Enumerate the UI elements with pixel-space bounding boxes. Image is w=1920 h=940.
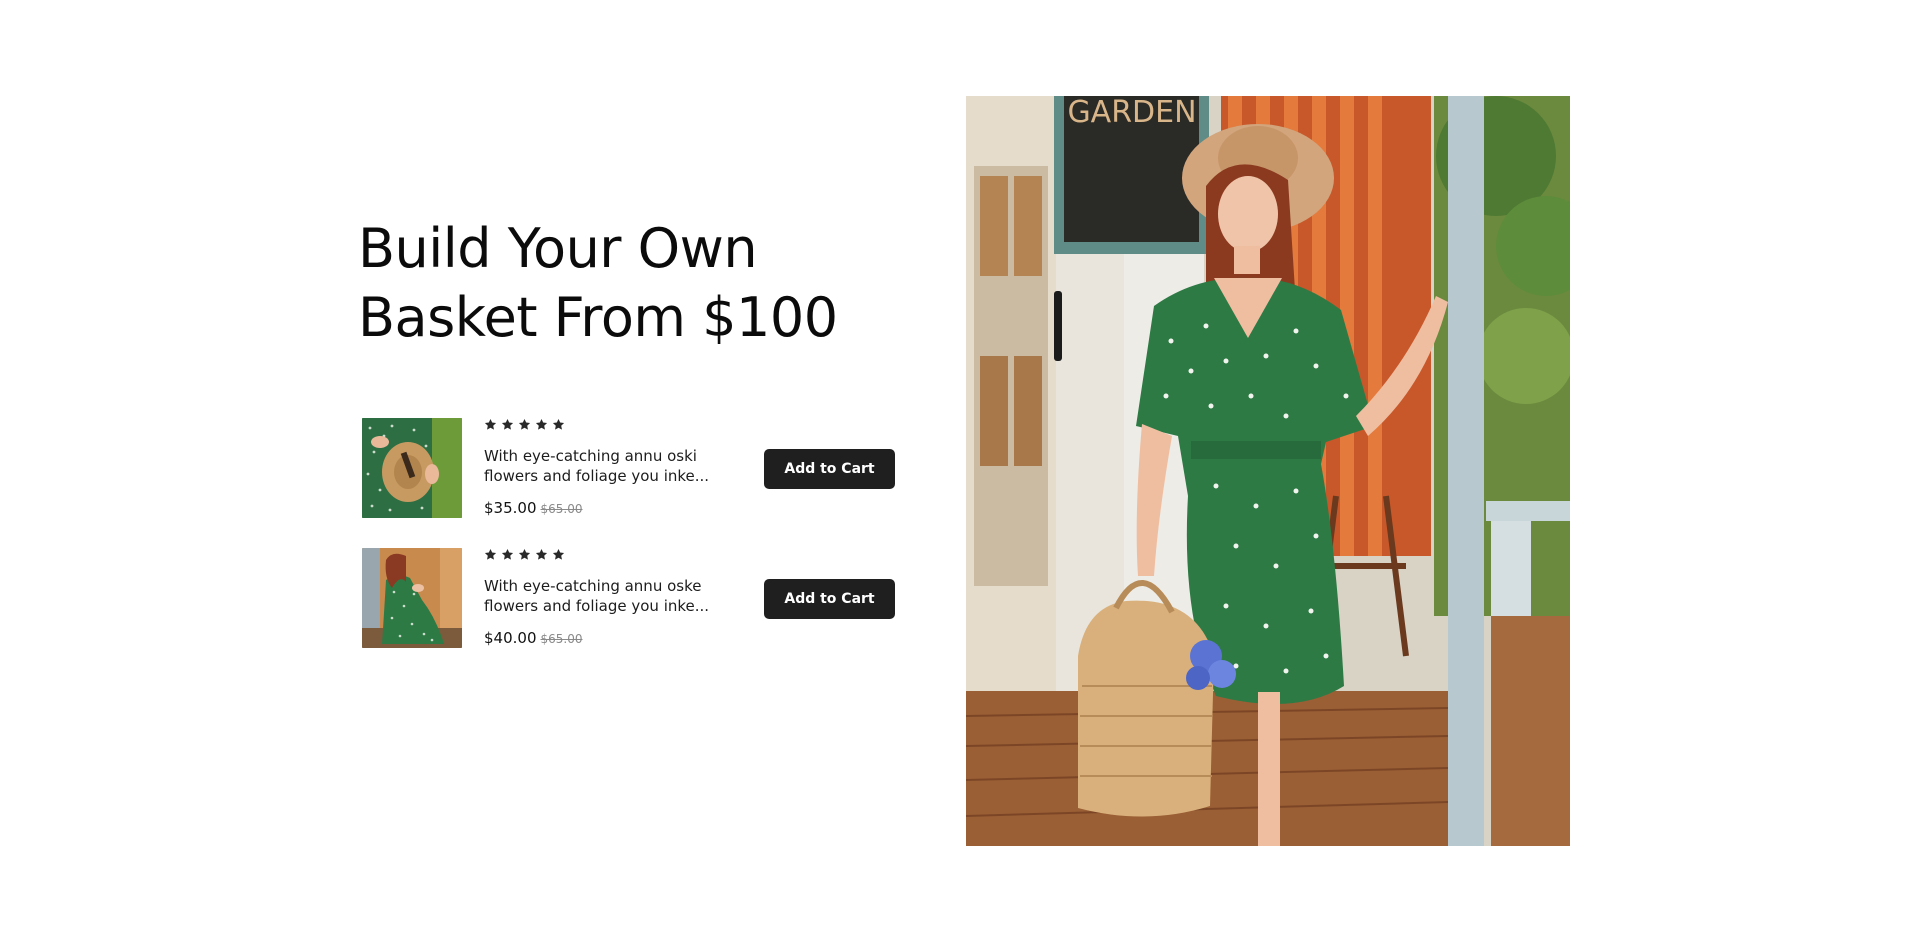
star-icon — [518, 548, 531, 561]
star-icon — [552, 548, 565, 561]
star-icon — [501, 548, 514, 561]
star-icon — [501, 418, 514, 431]
product-card: With eye-catching annu oske flowers and … — [362, 548, 902, 650]
rating-stars — [484, 548, 565, 562]
star-icon — [535, 418, 548, 431]
product-old-price: $65.00 — [540, 502, 583, 516]
star-icon — [518, 418, 531, 431]
product-description-line-2: flowers and foliage you inke... — [484, 597, 710, 615]
product-description-line-2: flowers and foliage you inke... — [484, 467, 710, 485]
rating-stars — [484, 418, 565, 432]
promo-headline-line-2: Basket From $100 — [358, 286, 838, 349]
product-old-price: $65.00 — [540, 632, 583, 646]
product-description-line-1: With eye-catching annu oski — [484, 447, 697, 465]
star-icon — [484, 548, 497, 561]
product-price: $35.00 — [484, 499, 537, 517]
garden-sign-text: GARDEN — [1067, 96, 1196, 130]
add-to-cart-button[interactable]: Add to Cart — [764, 579, 895, 619]
star-icon — [552, 418, 565, 431]
product-card: With eye-catching annu oski flowers and … — [362, 418, 902, 520]
add-to-cart-button[interactable]: Add to Cart — [764, 449, 895, 489]
hero-image: GARDEN — [966, 96, 1570, 846]
product-promo-section: Build Your Own Basket From $100 With eye… — [0, 0, 1920, 940]
product-thumbnail[interactable] — [362, 418, 462, 518]
product-description-line-1: With eye-catching annu oske — [484, 577, 702, 595]
star-icon — [484, 418, 497, 431]
promo-headline: Build Your Own Basket From $100 — [358, 214, 918, 352]
product-prices: $40.00 $65.00 — [484, 628, 583, 647]
product-prices: $35.00 $65.00 — [484, 498, 583, 517]
product-thumbnail[interactable] — [362, 548, 462, 648]
star-icon — [535, 548, 548, 561]
product-description: With eye-catching annu oske flowers and … — [484, 576, 714, 616]
product-description: With eye-catching annu oski flowers and … — [484, 446, 714, 486]
promo-headline-line-1: Build Your Own — [358, 217, 758, 280]
product-price: $40.00 — [484, 629, 537, 647]
